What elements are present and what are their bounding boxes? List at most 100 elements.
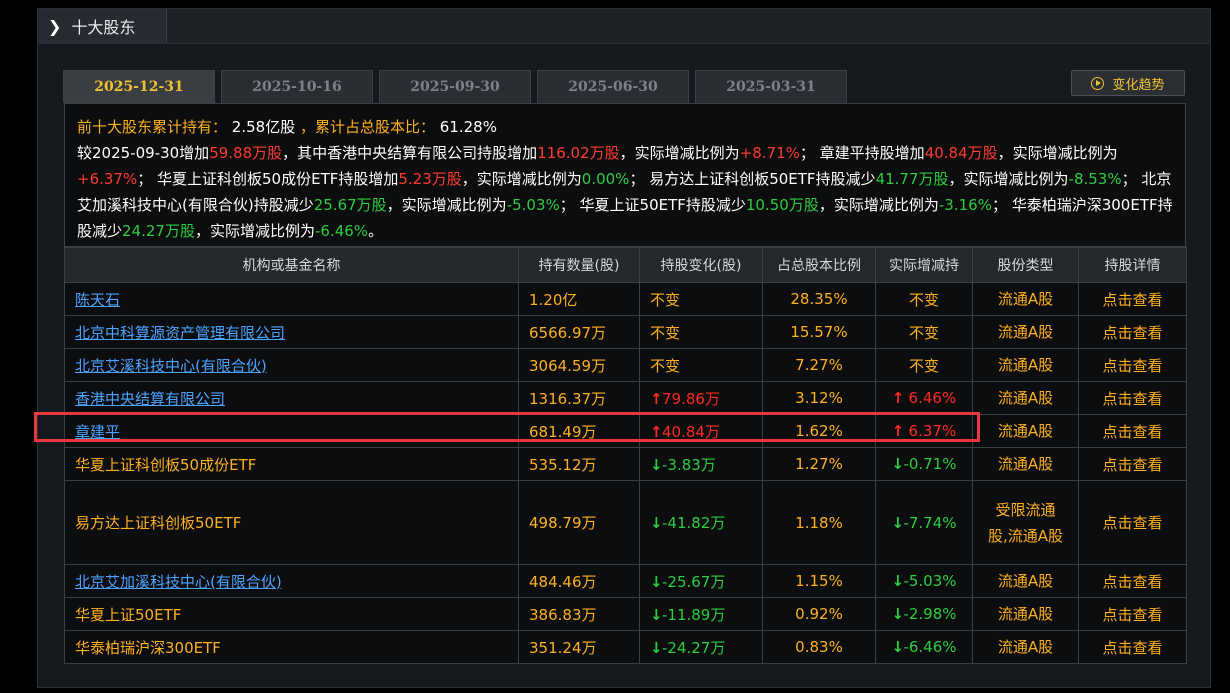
holder-name: 易方达上证科创板50ETF [64, 480, 519, 565]
col-name: 机构或基金名称 [64, 247, 519, 283]
table-body: 陈天石 1.20亿 不变 28.35% 不变 流通A股 点击查看 北京中科算源资产管理有限公司… [64, 282, 1187, 664]
arrow-down-icon: ↓ [650, 638, 663, 657]
summary-line-1: 前十大股东累计持有： 2.58亿股 ，累计占总股本比： 61.28% [77, 118, 497, 136]
holder-pct: 1.62% [762, 414, 876, 448]
holder-pct: 0.92% [762, 597, 876, 631]
holder-change: ↑40.84万 [639, 414, 763, 448]
holder-qty: 1316.37万 [518, 381, 640, 415]
view-detail-link[interactable]: 点击查看 [1078, 564, 1187, 598]
holder-name[interactable]: 北京艾溪科技中心(有限合伙) [64, 348, 519, 382]
table-row: 陈天石 1.20亿 不变 28.35% 不变 流通A股 点击查看 [64, 282, 1187, 316]
view-detail-link[interactable]: 点击查看 [1078, 381, 1187, 415]
holder-qty: 1.20亿 [518, 282, 640, 316]
holder-qty: 6566.97万 [518, 315, 640, 349]
summary-text: 前十大股东累计持有： 2.58亿股 ，累计占总股本比： 61.28% 较2025… [64, 103, 1186, 247]
holder-link[interactable]: 香港中央结算有限公司 [75, 390, 225, 408]
holder-pct: 1.15% [762, 564, 876, 598]
panel-header: ❯ 十大股东 [38, 9, 1210, 44]
holder-link[interactable]: 北京艾加溪科技中心(有限合伙) [75, 573, 282, 591]
holder-name[interactable]: 北京中科算源资产管理有限公司 [64, 315, 519, 349]
holder-share-type: 流通A股 [972, 414, 1079, 448]
table-row: 华泰柏瑞沪深300ETF 351.24万 ↓-24.27万 0.83% ↓-6.46% 流… [64, 630, 1187, 664]
arrow-down-icon: ↓ [891, 572, 905, 590]
holder-link[interactable]: 陈天石 [75, 291, 120, 309]
holder-name[interactable]: 章建平 [64, 414, 519, 448]
holder-qty: 3064.59万 [518, 348, 640, 382]
holder-qty: 484.46万 [518, 564, 640, 598]
holder-change: ↓-3.83万 [639, 447, 763, 481]
holder-name: 华夏上证50ETF [64, 597, 519, 631]
arrow-down-icon: ↓ [650, 514, 663, 532]
holder-name[interactable]: 香港中央结算有限公司 [64, 381, 519, 415]
col-qty: 持有数量(股) [518, 247, 640, 283]
table-row: 易方达上证科创板50ETF 498.79万 ↓-41.82万 1.18% ↓-7.74%… [64, 480, 1187, 565]
arrow-up-icon: ↑ [650, 422, 663, 441]
holder-pct: 1.18% [762, 480, 876, 565]
table-row: 北京艾加溪科技中心(有限合伙) 484.46万 ↓-25.67万 1.15% ↓-5.0… [64, 564, 1187, 598]
col-real: 实际增减持 [875, 247, 973, 283]
view-detail-link[interactable]: 点击查看 [1078, 282, 1187, 316]
view-detail-link[interactable]: 点击查看 [1078, 348, 1187, 382]
holder-change: 不变 [639, 348, 763, 382]
tab-date-3[interactable]: 2025-06-30 [537, 70, 689, 103]
holder-real-change: ↓-0.71% [875, 447, 973, 481]
summary-change-text: 较2025-09-30增加59.88万股，其中香港中央结算有限公司持股增加116… [77, 144, 1173, 240]
holder-share-type: 流通A股 [972, 381, 1079, 415]
holder-real-change: ↑ 6.37% [875, 414, 973, 448]
holder-pct: 7.27% [762, 348, 876, 382]
holder-real-change: 不变 [875, 315, 973, 349]
holder-real-change: ↓-2.98% [875, 597, 973, 631]
table-row: 香港中央结算有限公司 1316.37万 ↑79.86万 3.12% ↑ 6.46% 流通A… [64, 381, 1187, 415]
holder-qty: 351.24万 [518, 630, 640, 664]
holder-change: 不变 [639, 282, 763, 316]
arrow-down-icon: ↓ [650, 455, 663, 474]
holder-change: ↓-25.67万 [639, 564, 763, 598]
table-row: 北京艾溪科技中心(有限合伙) 3064.59万 不变 7.27% 不变 流通A股 点击查看 [64, 348, 1187, 382]
holder-pct: 0.83% [762, 630, 876, 664]
table-row: 华夏上证50ETF 386.83万 ↓-11.89万 0.92% ↓-2.98% 流通A股… [64, 597, 1187, 631]
view-detail-link[interactable]: 点击查看 [1078, 597, 1187, 631]
panel-header-tab[interactable]: ❯ 十大股东 [38, 9, 167, 43]
trend-button[interactable]: 变化趋势 [1071, 70, 1185, 96]
holder-name: 华泰柏瑞沪深300ETF [64, 630, 519, 664]
holder-link[interactable]: 北京艾溪科技中心(有限合伙) [75, 357, 267, 375]
table-row: 北京中科算源资产管理有限公司 6566.97万 不变 15.57% 不变 流通A股 点击查看 [64, 315, 1187, 349]
holder-change: ↓-11.89万 [639, 597, 763, 631]
holder-change: ↓-41.82万 [639, 480, 763, 565]
holder-name[interactable]: 北京艾加溪科技中心(有限合伙) [64, 564, 519, 598]
holder-pct: 28.35% [762, 282, 876, 316]
holder-link[interactable]: 北京中科算源资产管理有限公司 [75, 324, 285, 342]
holder-change: 不变 [639, 315, 763, 349]
holder-pct: 1.27% [762, 447, 876, 481]
col-pct: 占总股本比例 [762, 247, 876, 283]
holder-link[interactable]: 章建平 [75, 423, 120, 441]
holder-share-type: 受限流通股,流通A股 [972, 480, 1079, 565]
view-detail-link[interactable]: 点击查看 [1078, 447, 1187, 481]
holder-share-type: 流通A股 [972, 630, 1079, 664]
tab-date-2[interactable]: 2025-09-30 [379, 70, 531, 103]
holder-qty: 535.12万 [518, 447, 640, 481]
holder-share-type: 流通A股 [972, 564, 1079, 598]
holder-change: ↓-24.27万 [639, 630, 763, 664]
arrow-down-icon: ↓ [891, 513, 905, 532]
holder-share-type: 流通A股 [972, 315, 1079, 349]
holder-pct: 3.12% [762, 381, 876, 415]
holders-table: 机构或基金名称 持有数量(股) 持股变化(股) 占总股本比例 实际增减持 股份类… [64, 247, 1187, 664]
holder-qty: 386.83万 [518, 597, 640, 631]
holder-name[interactable]: 陈天石 [64, 282, 519, 316]
arrow-down-icon: ↓ [891, 638, 905, 656]
tab-date-0[interactable]: 2025-12-31 [63, 70, 215, 103]
view-detail-link[interactable]: 点击查看 [1078, 480, 1187, 565]
holder-real-change: 不变 [875, 348, 973, 382]
tab-date-4[interactable]: 2025-03-31 [695, 70, 847, 103]
holder-share-type: 流通A股 [972, 348, 1079, 382]
holder-real-change: ↓-6.46% [875, 630, 973, 664]
col-change: 持股变化(股) [639, 247, 763, 283]
arrow-up-icon: ↑ [650, 389, 663, 408]
tab-date-1[interactable]: 2025-10-16 [221, 70, 373, 103]
view-detail-link[interactable]: 点击查看 [1078, 315, 1187, 349]
holder-real-change: ↓-7.74% [875, 480, 973, 565]
holder-share-type: 流通A股 [972, 282, 1079, 316]
view-detail-link[interactable]: 点击查看 [1078, 414, 1187, 448]
view-detail-link[interactable]: 点击查看 [1078, 630, 1187, 664]
